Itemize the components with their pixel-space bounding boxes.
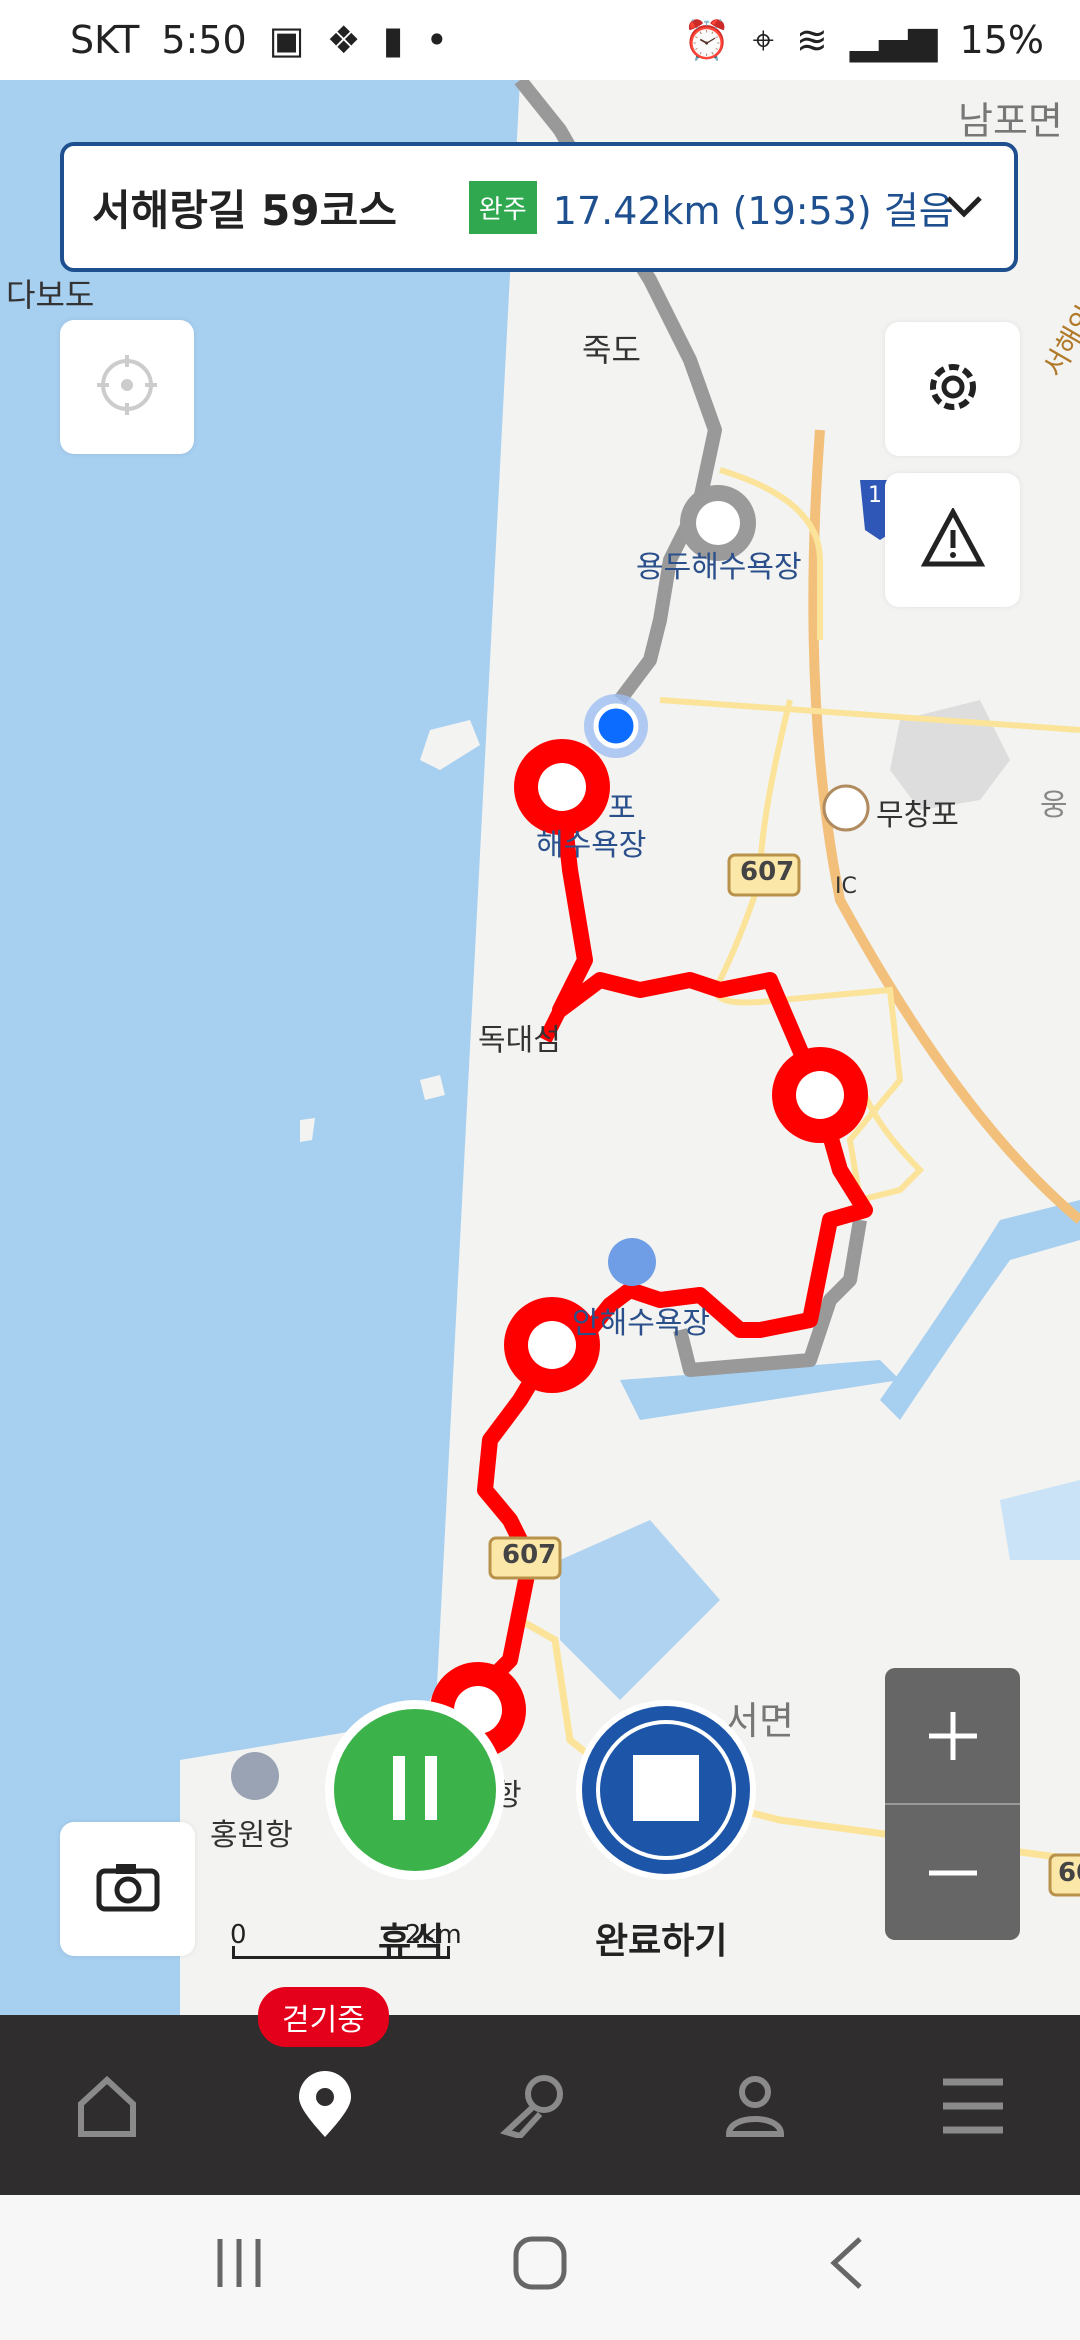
map-label-jukdo: 죽도 bbox=[582, 331, 641, 369]
pause-icon bbox=[385, 1752, 445, 1828]
finish-label: 완료하기 bbox=[595, 1921, 728, 1962]
wifi-icon: ≋ bbox=[796, 18, 828, 62]
bottom-nav: 걷기중 bbox=[0, 1987, 1080, 2195]
warning-icon bbox=[920, 506, 985, 572]
clock: 5:50 bbox=[161, 18, 247, 62]
scale-line bbox=[232, 1946, 450, 1959]
map-label-dabodo: 다보도 bbox=[6, 276, 95, 314]
camera-icon bbox=[96, 1861, 160, 1917]
profile-icon bbox=[723, 2074, 787, 2142]
course-icon bbox=[500, 2074, 570, 2142]
gear-icon bbox=[921, 355, 985, 423]
battery-level: 15% bbox=[959, 18, 1044, 62]
map-label-hongwonhang: 홍원항 bbox=[210, 1818, 293, 1853]
road-607-a: 607 bbox=[740, 857, 795, 887]
map-label-dokdaeseom: 독대섬 bbox=[478, 1023, 561, 1058]
nav-profile[interactable] bbox=[710, 2063, 800, 2153]
stop-icon bbox=[633, 1755, 699, 1825]
home-button[interactable] bbox=[512, 2235, 568, 2295]
recent-apps-button[interactable] bbox=[214, 2235, 264, 2295]
map-label-ic: IC bbox=[835, 874, 857, 899]
shoe-icon: ❖ bbox=[326, 18, 361, 62]
zoom-in-button[interactable] bbox=[885, 1668, 1020, 1803]
map-label-beach2-b: 해수욕장 bbox=[536, 828, 647, 863]
carrier: SKT bbox=[70, 18, 140, 62]
road-60: 60 bbox=[1058, 1858, 1080, 1888]
scale-bar: 0 2km bbox=[230, 1920, 462, 1959]
nav-course[interactable] bbox=[490, 2063, 580, 2153]
map-label-ung: 웅 bbox=[1040, 788, 1068, 823]
status-bar: SKT 5:50 ▣ ❖ ▮ • ⏰ ⌖ ≋ ▂▄▆ 15% bbox=[0, 0, 1080, 80]
report-button[interactable] bbox=[885, 473, 1020, 607]
road-607-b: 607 bbox=[502, 1540, 557, 1570]
home-icon bbox=[75, 2074, 139, 2142]
alarm-icon: ⏰ bbox=[683, 17, 731, 62]
menu-icon bbox=[941, 2076, 1005, 2140]
zoom-out-button[interactable] bbox=[885, 1805, 1020, 1940]
finish-button[interactable] bbox=[576, 1700, 756, 1880]
nav-menu[interactable] bbox=[928, 2063, 1018, 2153]
gallery-icon: ▣ bbox=[268, 18, 305, 62]
locate-button[interactable] bbox=[60, 320, 194, 454]
course-stats: 17.42km (19:53) 걸음 bbox=[553, 180, 966, 235]
nav-map[interactable] bbox=[280, 2063, 370, 2153]
pause-button[interactable] bbox=[325, 1700, 505, 1880]
map-label-muchangpo: 무창포 bbox=[876, 798, 959, 833]
chevron-down-icon[interactable] bbox=[940, 182, 988, 234]
back-button[interactable] bbox=[826, 2235, 866, 2295]
locate-icon bbox=[95, 353, 159, 421]
completed-badge: 완주 bbox=[468, 180, 537, 234]
map-label-beach3: 안해수욕장 bbox=[572, 1306, 710, 1341]
interstate-number: 1 bbox=[868, 483, 882, 508]
course-distance: 17.42km bbox=[552, 188, 721, 233]
map-pin-icon bbox=[295, 2071, 355, 2145]
nav-home[interactable] bbox=[62, 2063, 152, 2153]
map-label-yongdu-beach: 용두해수욕장 bbox=[636, 550, 802, 585]
walking-status-badge: 걷기중 bbox=[258, 1987, 389, 2047]
settings-button[interactable] bbox=[885, 322, 1020, 456]
course-summary-card[interactable]: 서해랑길 59코스 완주 17.42km (19:53) 걸음 bbox=[60, 142, 1018, 272]
alert-icon: ▮ bbox=[382, 18, 404, 62]
dot-icon: • bbox=[425, 18, 448, 62]
zoom-control bbox=[885, 1668, 1020, 1940]
system-nav-bar bbox=[0, 2195, 1080, 2340]
map-label-namposmyeon: 남포면 bbox=[958, 99, 1063, 143]
course-duration: (19:53) bbox=[732, 188, 872, 233]
course-title: 서해랑길 59코스 bbox=[92, 185, 397, 235]
camera-button[interactable] bbox=[60, 1822, 195, 1956]
location-icon: ⌖ bbox=[752, 17, 775, 62]
signal-icon: ▂▄▆ bbox=[849, 18, 938, 62]
